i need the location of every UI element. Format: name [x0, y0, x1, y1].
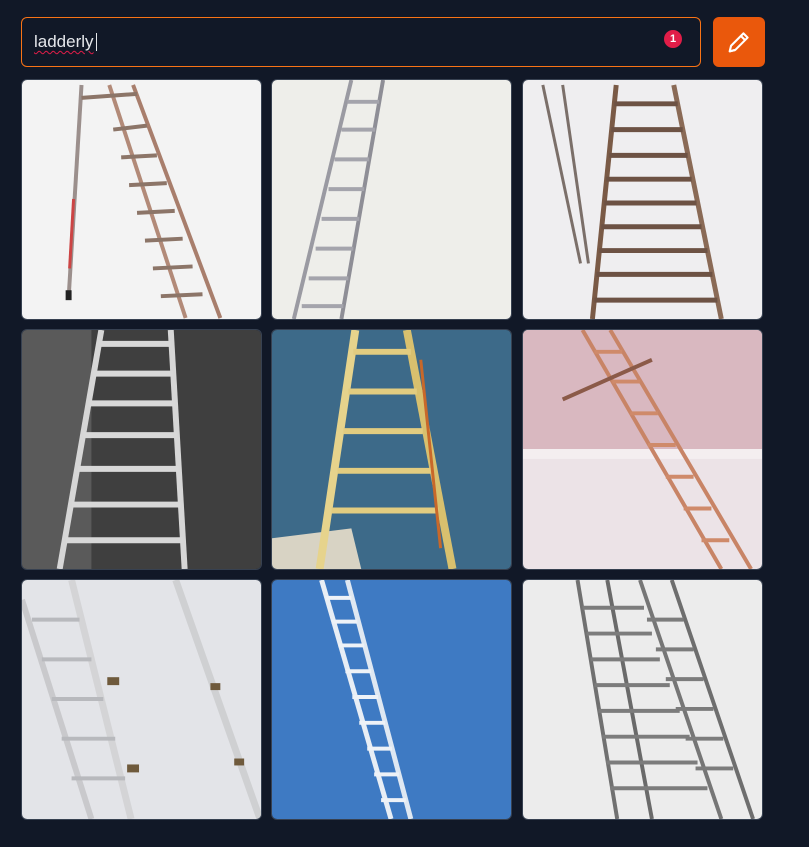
- prompt-input[interactable]: ladderly 1: [21, 17, 701, 67]
- ladder-image-5[interactable]: [271, 329, 512, 570]
- prompt-text: ladderly: [34, 32, 94, 51]
- prompt-row: ladderly 1: [21, 17, 765, 67]
- ladder-image-4[interactable]: [21, 329, 262, 570]
- generate-button[interactable]: [713, 17, 765, 67]
- ladder-image-7[interactable]: [21, 579, 262, 820]
- ladder-image-6[interactable]: [522, 329, 763, 570]
- pencil-icon: [728, 32, 749, 53]
- text-caret: [96, 33, 97, 51]
- ladder-image-8[interactable]: [271, 579, 512, 820]
- image-grid: [21, 79, 765, 823]
- ladder-image-3[interactable]: [522, 79, 763, 320]
- ladder-image-2[interactable]: [271, 79, 512, 320]
- ladder-image-9[interactable]: [522, 579, 763, 820]
- spellcheck-badge[interactable]: 1: [664, 30, 682, 48]
- ladder-image-1[interactable]: [21, 79, 262, 320]
